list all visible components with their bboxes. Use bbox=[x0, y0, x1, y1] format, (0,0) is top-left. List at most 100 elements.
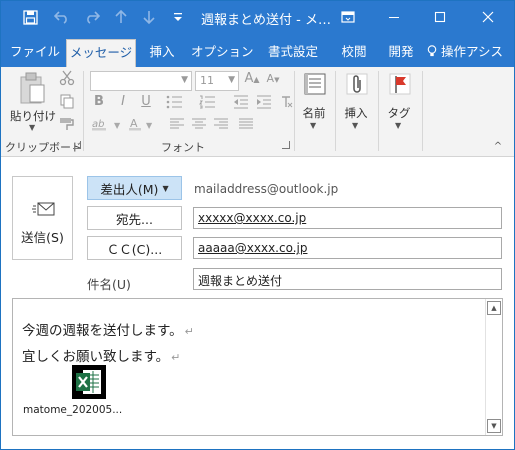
subject-label: 件名(U) bbox=[87, 277, 131, 292]
format-painter-icon[interactable] bbox=[58, 116, 76, 134]
ribbon-tabs: ファイル メッセージ 挿入 オプション 書式設定 校閲 開発 操作アシス bbox=[1, 33, 514, 67]
body-line-2: 宜しくお願い致します。 ↵ bbox=[22, 345, 180, 365]
clear-formatting-icon[interactable] bbox=[279, 95, 293, 113]
font-launcher-icon[interactable] bbox=[282, 141, 290, 149]
align-right-icon[interactable] bbox=[212, 118, 230, 134]
tags-dropdown-icon[interactable]: ▼ bbox=[395, 121, 401, 130]
message-body[interactable]: 今週の週報を送付します。 ↵ 宜しくお願い致します。 ↵ matome_202005… bbox=[12, 298, 503, 436]
to-field[interactable]: xxxxx@xxxx.co.jp bbox=[193, 207, 502, 229]
copy-icon[interactable] bbox=[58, 93, 76, 111]
bullets-icon[interactable] bbox=[165, 95, 185, 113]
attachment-filename: matome_202005... bbox=[23, 404, 123, 416]
paste-button[interactable] bbox=[15, 71, 49, 111]
font-name-combo[interactable]: ▼ bbox=[90, 71, 192, 91]
cc-recipient[interactable]: aaaaa@xxxx.co.jp bbox=[198, 241, 307, 255]
paperclip-icon[interactable] bbox=[343, 71, 371, 99]
from-button[interactable]: 差出人(M) ▼ bbox=[87, 176, 182, 200]
chevron-down-icon: ▼ bbox=[162, 183, 169, 193]
font-color-icon[interactable]: A bbox=[127, 117, 143, 135]
save-icon[interactable] bbox=[15, 1, 45, 33]
close-icon[interactable] bbox=[465, 1, 511, 33]
align-center-icon[interactable] bbox=[190, 118, 208, 134]
collapse-ribbon-icon[interactable]: ^ bbox=[492, 141, 504, 152]
subject-field[interactable]: 週報まとめ送付 bbox=[193, 268, 502, 290]
align-left-icon[interactable] bbox=[168, 118, 186, 134]
window-title: 週報まとめ送付 - メ… bbox=[201, 13, 331, 28]
body-line-1: 今週の週報を送付します。 ↵ bbox=[22, 319, 194, 339]
ribbon-display-options-icon[interactable] bbox=[325, 1, 371, 33]
clipboard-group-label: クリップボード bbox=[5, 141, 82, 154]
scroll-thumb[interactable] bbox=[488, 317, 500, 399]
tab-insert[interactable]: 挿入 bbox=[142, 39, 182, 67]
cut-icon[interactable] bbox=[58, 70, 76, 88]
insert-label: 挿入 bbox=[344, 106, 368, 120]
font-size-combo[interactable]: 11 ▼ bbox=[195, 71, 239, 91]
tab-developer[interactable]: 開発 bbox=[381, 39, 421, 67]
tab-review[interactable]: 校閲 bbox=[334, 39, 374, 67]
font-size-value: 11 bbox=[200, 74, 214, 87]
address-book-icon[interactable] bbox=[301, 71, 329, 99]
grow-font-icon[interactable]: A▲ bbox=[244, 71, 260, 86]
underline-button[interactable]: U bbox=[138, 94, 154, 109]
scroll-up-icon[interactable]: ▲ bbox=[487, 301, 501, 315]
increase-indent-icon[interactable] bbox=[255, 95, 273, 113]
customize-qat-icon[interactable] bbox=[163, 1, 193, 33]
font-group-label: フォント bbox=[161, 141, 205, 154]
insert-dropdown-icon[interactable]: ▼ bbox=[352, 121, 358, 130]
chevron-down-icon[interactable]: ▼ bbox=[146, 121, 152, 130]
tab-format[interactable]: 書式設定 bbox=[261, 39, 325, 67]
group-divider bbox=[422, 71, 423, 151]
body-text: 宜しくお願い致します。 bbox=[22, 349, 170, 365]
lightbulb-icon bbox=[427, 45, 437, 57]
compose-area: 送信(S) 差出人(M) ▼ mailaddress@outlook.jp 宛先.… bbox=[1, 158, 514, 449]
names-dropdown-icon[interactable]: ▼ bbox=[310, 121, 316, 130]
from-address: mailaddress@outlook.jp bbox=[194, 182, 339, 196]
cc-field[interactable]: aaaaa@xxxx.co.jp bbox=[193, 237, 502, 259]
excel-file-icon bbox=[71, 365, 106, 399]
paragraph-mark: ↵ bbox=[171, 351, 181, 364]
undo-icon[interactable] bbox=[47, 1, 77, 33]
outlook-compose-window: 週報まとめ送付 - メ… ファイル メッセージ 挿入 オプション 書式設定 校閲… bbox=[0, 0, 515, 450]
shrink-font-icon[interactable]: A▼ bbox=[265, 72, 281, 85]
paste-label: 貼り付け bbox=[10, 109, 56, 123]
numbering-icon[interactable] bbox=[198, 95, 218, 113]
vertical-scrollbar[interactable]: ▲ ▼ bbox=[485, 299, 502, 435]
tab-options[interactable]: オプション bbox=[191, 39, 254, 67]
paste-dropdown-icon[interactable]: ▼ bbox=[29, 123, 35, 132]
justify-icon[interactable] bbox=[237, 118, 255, 134]
clipboard-launcher-icon[interactable] bbox=[73, 141, 81, 149]
tab-file[interactable]: ファイル bbox=[7, 39, 63, 67]
arrow-down-icon[interactable] bbox=[134, 1, 164, 33]
to-button[interactable]: 宛先... bbox=[87, 206, 182, 230]
scroll-down-icon[interactable]: ▼ bbox=[487, 419, 501, 433]
send-button[interactable]: 送信(S) bbox=[12, 176, 73, 260]
bold-button[interactable]: B bbox=[91, 94, 107, 109]
minimize-icon[interactable] bbox=[371, 1, 417, 33]
attachment[interactable]: matome_202005... bbox=[23, 365, 123, 416]
tab-message[interactable]: メッセージ bbox=[66, 39, 136, 67]
ribbon: 貼り付け ▼ クリップボード ▼ 11 ▼ A▲ A▼ B I U ab ▼ A… bbox=[1, 67, 514, 157]
decrease-indent-icon[interactable] bbox=[232, 95, 250, 113]
send-envelope-icon bbox=[31, 202, 54, 216]
from-button-label: 差出人(M) bbox=[100, 181, 159, 197]
group-divider bbox=[83, 71, 84, 151]
flag-icon[interactable] bbox=[386, 71, 414, 99]
to-recipient[interactable]: xxxxx@xxxx.co.jp bbox=[198, 211, 306, 225]
chevron-down-icon[interactable]: ▼ bbox=[114, 121, 120, 130]
body-text: 今週の週報を送付します。 bbox=[22, 323, 183, 339]
tab-tell-me[interactable]: 操作アシス bbox=[427, 39, 515, 67]
paragraph-mark: ↵ bbox=[184, 325, 194, 338]
send-label: 送信(S) bbox=[21, 230, 64, 245]
tags-label: タグ bbox=[387, 106, 411, 120]
highlight-icon[interactable]: ab bbox=[90, 117, 112, 135]
chevron-down-icon: ▼ bbox=[228, 75, 235, 85]
tell-me-label: 操作アシス bbox=[441, 44, 504, 59]
italic-button[interactable]: I bbox=[115, 94, 131, 109]
maximize-icon[interactable] bbox=[417, 1, 463, 33]
redo-icon[interactable] bbox=[77, 1, 107, 33]
cc-button[interactable]: ＣＣ(C)... bbox=[87, 236, 182, 260]
title-bar: 週報まとめ送付 - メ… bbox=[1, 1, 514, 33]
arrow-up-icon[interactable] bbox=[106, 1, 136, 33]
chevron-down-icon: ▼ bbox=[181, 75, 188, 85]
names-label: 名前 bbox=[302, 106, 326, 120]
